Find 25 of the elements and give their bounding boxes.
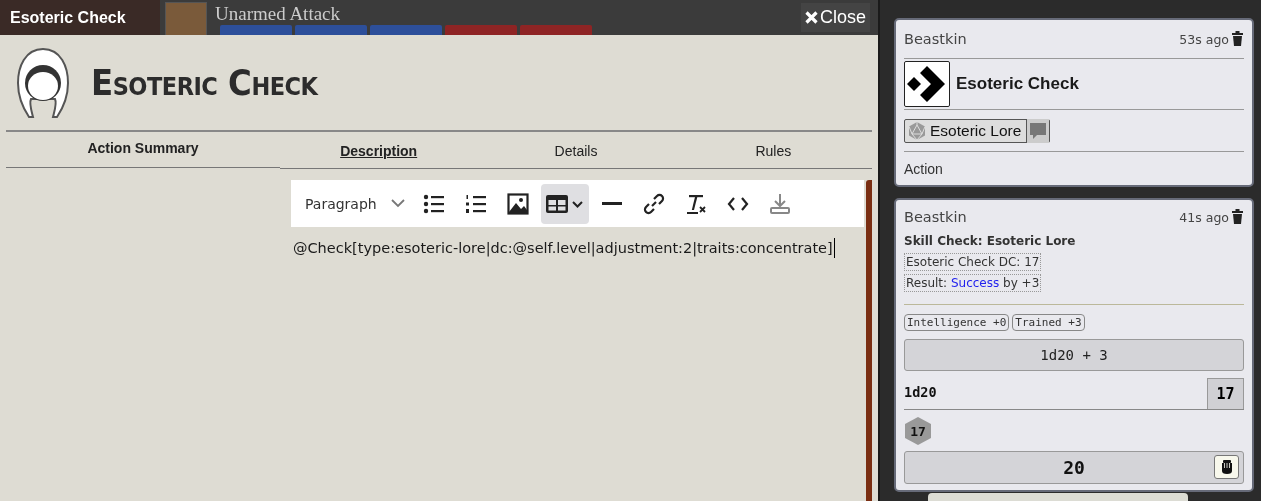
skill-button[interactable]: Esoteric Lore (904, 118, 1051, 143)
roll-formula[interactable]: 1d20 + 3 (904, 339, 1244, 371)
die-subtotal: 17 (1207, 378, 1244, 409)
close-button[interactable]: Close (800, 3, 870, 32)
speaker-name: Beastkin (904, 31, 967, 47)
item-type: Action (904, 160, 943, 177)
speaker-name: Beastkin (904, 209, 967, 225)
modifier-tag: Intelligence +0 (904, 314, 1010, 331)
action-title: Esoteric Check (956, 74, 1079, 94)
format-dropdown[interactable]: Paragraph (299, 191, 411, 216)
timestamp: 41s ago (1179, 209, 1229, 225)
summary-tab[interactable]: Action Summary (87, 140, 199, 167)
window-title: Esoteric Check (9, 8, 126, 27)
item-name: Unarmed Attack (215, 3, 341, 25)
editor-text[interactable]: @Check[type:esoteric-lore|dc:@self.level|adjustment:2|traits:concentrate] (293, 240, 833, 256)
tab[interactable]: Rules (674, 134, 872, 168)
check-heading: Skill Check: Esoteric Lore (904, 234, 1077, 248)
die-label: 1d20 (904, 384, 937, 400)
roll-total[interactable]: 20 (904, 451, 1244, 484)
tab[interactable]: Details (477, 134, 675, 168)
item-title: Esoteric Check (91, 62, 318, 103)
tab[interactable]: Description (280, 134, 478, 168)
modifier-tag: Trained +3 (1012, 314, 1085, 331)
timestamp: 53s ago (1179, 31, 1229, 47)
die-result: 17 (905, 417, 931, 445)
